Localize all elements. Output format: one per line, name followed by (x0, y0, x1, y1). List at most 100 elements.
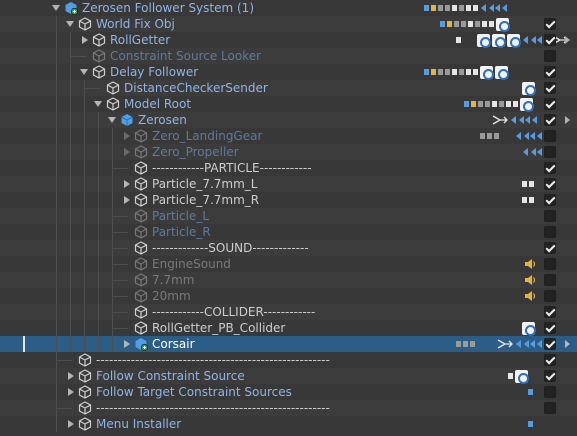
open-prefab-chevron-icon[interactable] (565, 36, 570, 44)
tree-guide-line (56, 32, 57, 48)
prefab-variant-icon (134, 337, 149, 352)
hierarchy-row-enginesound[interactable]: EngineSound (0, 256, 577, 272)
active-toggle-checkbox[interactable] (544, 242, 556, 254)
gameobject-icon (134, 273, 148, 287)
foldout-expanded-icon[interactable] (94, 101, 102, 107)
gameobject-icon (78, 353, 92, 367)
open-prefab-chevron-icon[interactable] (565, 116, 570, 124)
hierarchy-row-sound-separator[interactable]: -------------SOUND------------- (0, 240, 577, 256)
active-toggle-checkbox[interactable] (544, 338, 556, 350)
gameobject-icon (134, 209, 148, 223)
foldout-collapsed-icon[interactable] (124, 132, 130, 140)
hierarchy-row-rollgetter[interactable]: RollGetter (0, 32, 577, 48)
hierarchy-row-separator-1[interactable]: ----------------------------------------… (0, 352, 577, 368)
foldout-collapsed-icon[interactable] (124, 340, 130, 348)
active-toggle-checkbox[interactable] (544, 178, 556, 190)
active-toggle-checkbox[interactable] (544, 18, 556, 30)
hierarchy-row-sound-20mm[interactable]: 20mm (0, 288, 577, 304)
active-toggle-checkbox[interactable] (544, 402, 556, 414)
hierarchy-row-zero-landinggear[interactable]: Zero_LandingGear (0, 128, 577, 144)
hierarchy-row-label: Particle_L (152, 209, 210, 223)
gameobject-icon (78, 369, 92, 383)
active-toggle-checkbox[interactable] (544, 82, 556, 94)
active-toggle-checkbox[interactable] (544, 114, 556, 126)
hierarchy-row-zerosen[interactable]: Zerosen (0, 112, 577, 128)
foldout-expanded-icon[interactable] (108, 117, 116, 123)
hierarchy-row-particle-separator[interactable]: ------------PARTICLE------------ (0, 160, 577, 176)
tree-guide-line (70, 192, 71, 208)
tree-guide-branch (56, 360, 72, 361)
hierarchy-row-constraint-source-looker[interactable]: Constraint Source Looker (0, 48, 577, 64)
tree-guide-line (56, 80, 57, 96)
active-toggle-checkbox[interactable] (544, 290, 556, 302)
active-toggle-checkbox[interactable] (544, 210, 556, 222)
active-toggle-checkbox[interactable] (544, 322, 556, 334)
hierarchy-row-follow-target-constraint-sources[interactable]: Follow Target Constraint Sources (0, 384, 577, 400)
active-toggle-checkbox[interactable] (544, 34, 556, 46)
hierarchy-row-label: Follow Target Constraint Sources (96, 385, 292, 399)
active-toggle-checkbox[interactable] (544, 354, 556, 366)
active-toggle-checkbox[interactable] (544, 98, 556, 110)
hierarchy-row-label: Follow Constraint Source (96, 369, 245, 383)
active-toggle-checkbox[interactable] (544, 258, 556, 270)
foldout-collapsed-icon[interactable] (68, 420, 74, 428)
hierarchy-row-rollgetter-pb-collider[interactable]: RollGetter_PB_Collider (0, 320, 577, 336)
open-prefab-chevron-icon[interactable] (565, 340, 570, 348)
tree-guide-line (84, 256, 85, 272)
active-toggle-checkbox[interactable] (544, 194, 556, 206)
hierarchy-row-zerosen-follower-system[interactable]: Zerosen Follower System (1) (0, 0, 577, 16)
foldout-collapsed-icon[interactable] (124, 148, 130, 156)
hierarchy-row-particle-7-7mm-r[interactable]: Particle_7.7mm_R (0, 192, 577, 208)
tree-guide-line (112, 176, 113, 192)
tree-guide-line (56, 208, 57, 224)
hierarchy-row-particle-7-7mm-l[interactable]: Particle_7.7mm_L (0, 176, 577, 192)
foldout-collapsed-icon[interactable] (124, 196, 130, 204)
tree-guide-line (70, 272, 71, 288)
tree-guide-line (84, 304, 85, 320)
tree-guide-line (84, 288, 85, 304)
active-toggle-checkbox[interactable] (544, 386, 556, 398)
hierarchy-row-separator-2[interactable]: ----------------------------------------… (0, 400, 577, 416)
foldout-collapsed-icon[interactable] (124, 180, 130, 188)
hierarchy-row-collider-separator[interactable]: ------------COLLIDER------------ (0, 304, 577, 320)
hierarchy-row-sound-7-7mm[interactable]: 7.7mm (0, 272, 577, 288)
hierarchy-row-corsair[interactable]: Corsair (0, 336, 577, 352)
foldout-expanded-icon[interactable] (80, 69, 88, 75)
tree-guide-line (84, 144, 85, 160)
hierarchy-row-label: 7.7mm (152, 273, 195, 287)
hierarchy-row-distance-checker-sender[interactable]: DistanceCheckerSender (0, 80, 577, 96)
foldout-expanded-icon[interactable] (52, 5, 60, 11)
foldout-collapsed-icon[interactable] (68, 372, 74, 380)
hierarchy-row-label: ------------PARTICLE------------ (152, 161, 312, 175)
hierarchy-row-menu-installer[interactable]: Menu Installer (0, 416, 577, 432)
active-toggle-checkbox[interactable] (544, 146, 556, 158)
foldout-collapsed-icon[interactable] (68, 388, 74, 396)
foldout-collapsed-icon[interactable] (82, 36, 88, 44)
active-toggle-checkbox[interactable] (544, 66, 556, 78)
hierarchy-row-world-fix-obj[interactable]: World Fix Obj (0, 16, 577, 32)
active-toggle-checkbox[interactable] (544, 226, 556, 238)
active-toggle-checkbox[interactable] (544, 370, 556, 382)
active-toggle-checkbox[interactable] (544, 130, 556, 142)
hierarchy-row-follow-constraint-source[interactable]: Follow Constraint Source (0, 368, 577, 384)
hierarchy-row-delay-follower[interactable]: Delay Follower (0, 64, 577, 80)
active-toggle-checkbox[interactable] (544, 274, 556, 286)
foldout-expanded-icon[interactable] (66, 21, 74, 27)
hierarchy-row-zero-propeller[interactable]: Zero_Propeller (0, 144, 577, 160)
tree-guide-line (56, 240, 57, 256)
active-toggle-checkbox[interactable] (544, 50, 556, 62)
tree-guide-line (112, 144, 113, 160)
tree-guide-line (56, 192, 57, 208)
gameobject-icon (92, 33, 106, 47)
active-toggle-checkbox[interactable] (544, 162, 556, 174)
tree-guide-line (84, 128, 85, 144)
gameobject-icon (134, 241, 148, 255)
tree-guide-line (56, 64, 57, 80)
hierarchy-row-model-root[interactable]: Model Root (0, 96, 577, 112)
tree-guide-line (112, 192, 113, 208)
gameobject-icon (134, 305, 148, 319)
hierarchy-row-particle-r[interactable]: Particle_R (0, 224, 577, 240)
active-toggle-checkbox[interactable] (544, 306, 556, 318)
tree-guide-line (56, 16, 57, 32)
hierarchy-row-particle-l[interactable]: Particle_L (0, 208, 577, 224)
